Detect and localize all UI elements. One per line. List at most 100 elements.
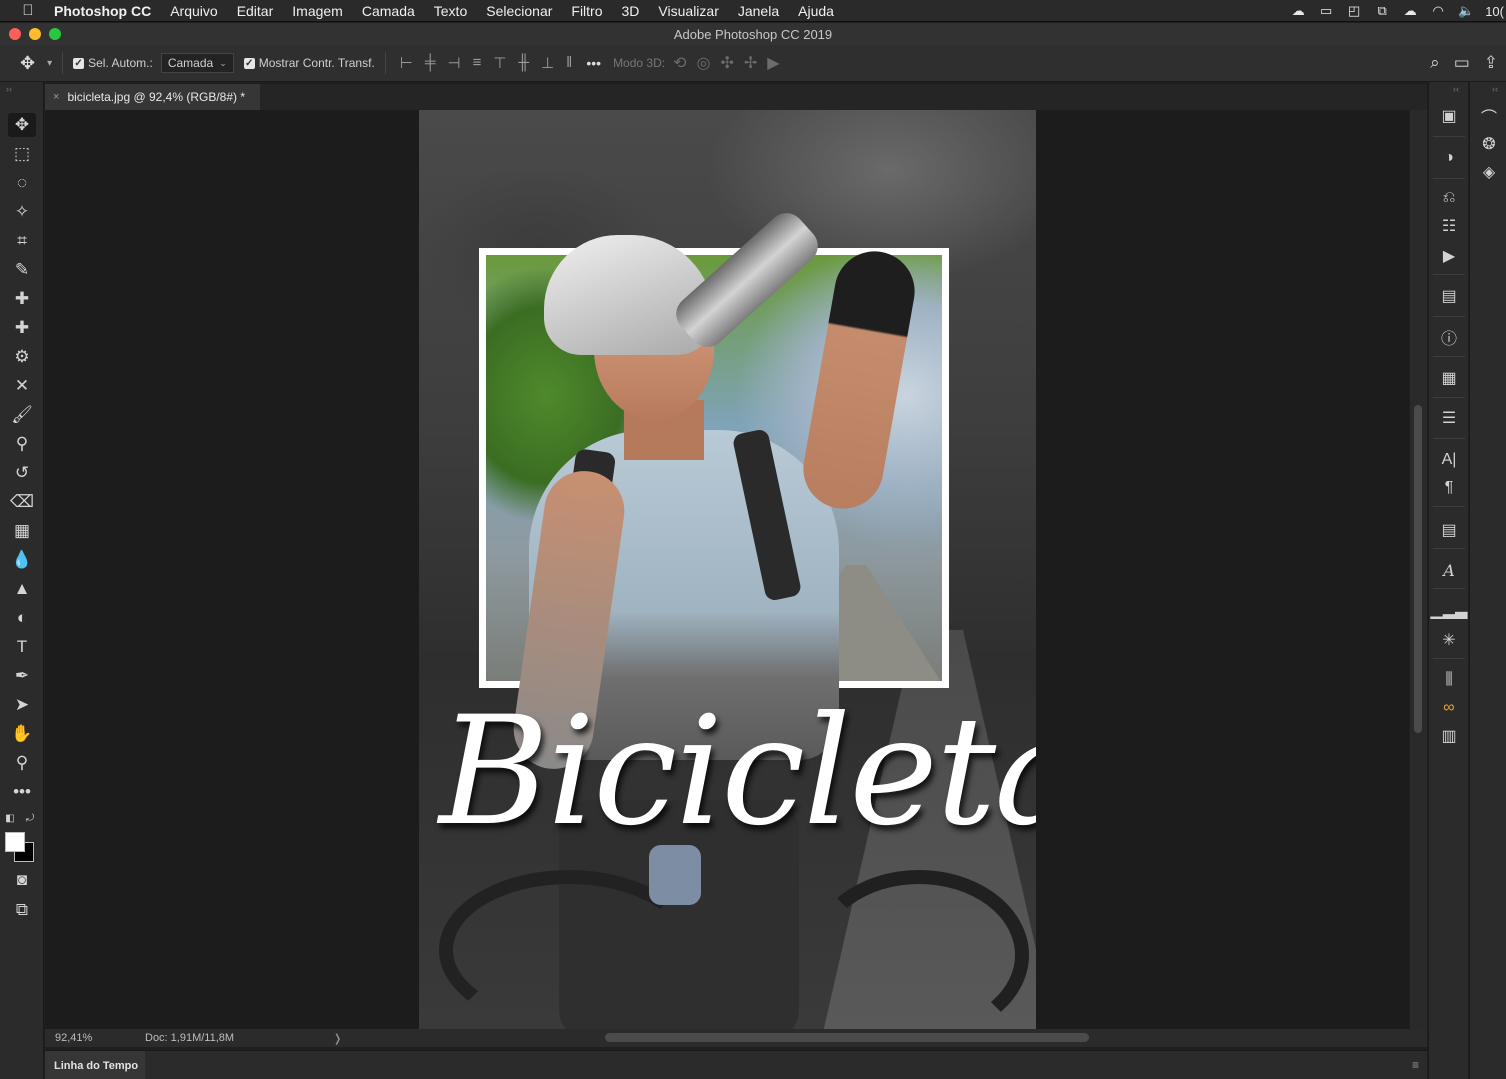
eraser-tool-icon[interactable]: ⌫ (8, 490, 36, 514)
scale-3d-icon[interactable]: ▶ (767, 53, 779, 73)
quick-mask-icon[interactable]: ◙ (8, 868, 36, 892)
spot-healing-tool-icon[interactable]: ✚ (8, 287, 36, 311)
history-brush-tool-icon[interactable]: ↺ (8, 461, 36, 485)
search-icon[interactable]: ⌕ (1430, 53, 1440, 73)
canvas-area[interactable]: Bicicleta (45, 110, 1409, 1029)
paragraph-icon[interactable]: ¶ (1433, 476, 1465, 500)
pen-tool-icon[interactable]: ✒ (8, 664, 36, 688)
battery-text[interactable]: 10( (1485, 4, 1504, 19)
menu-selecionar[interactable]: Selecionar (486, 3, 552, 19)
brush-tool-icon[interactable]: 🖌 (8, 403, 36, 427)
display-icon[interactable]: ◰ (1345, 3, 1363, 19)
timeline-tab[interactable]: Linha do Tempo (45, 1051, 145, 1079)
menu-app-name[interactable]: Photoshop CC (54, 3, 151, 19)
menu-texto[interactable]: Texto (434, 3, 467, 19)
notes-icon[interactable]: ▤ (1433, 284, 1465, 308)
distribute-icon[interactable]: ≡ (473, 54, 482, 72)
vertical-scrollbar[interactable] (1410, 110, 1427, 1029)
properties-icon[interactable]: ☷ (1433, 214, 1465, 238)
eyedropper-tool-icon[interactable]: ✎ (8, 258, 36, 282)
blur-tool-icon[interactable]: 💧 (8, 548, 36, 572)
lasso-tool-icon[interactable]: ◌ (8, 171, 36, 195)
orbit-3d-icon[interactable]: ⟲ (673, 53, 686, 73)
menu-janela[interactable]: Janela (738, 3, 779, 19)
character-icon[interactable]: A| (1433, 448, 1465, 472)
panel-collapse-icon[interactable]: ‹‹ (1453, 84, 1459, 94)
align-right-edges-icon[interactable]: ⊣ (448, 54, 461, 72)
panel-collapse-icon[interactable]: ›› (6, 84, 12, 94)
swatches-grid-icon[interactable]: ▦ (1433, 366, 1465, 390)
default-colors-icon[interactable]: ◧ (2, 806, 18, 830)
wifi-icon[interactable]: ◠ (1429, 3, 1447, 19)
channels-icon[interactable]: ❂ (1473, 132, 1505, 156)
dodge-tool-icon[interactable]: ◐ (8, 606, 36, 630)
minimize-window-button[interactable] (29, 28, 41, 40)
panel-menu-icon[interactable]: ≡ (1412, 1058, 1419, 1072)
sharpen-tool-icon[interactable]: ▲ (8, 577, 36, 601)
more-options-button[interactable]: ••• (586, 55, 601, 71)
adjustments-icon[interactable]: ◑ (1433, 146, 1465, 170)
path-selection-tool-icon[interactable]: ➤ (8, 693, 36, 717)
navigator-icon[interactable]: ✳ (1433, 628, 1465, 652)
distribute-vertical-icon[interactable]: ‖ (566, 54, 572, 72)
status-menu-arrow[interactable]: ❭ (333, 1032, 342, 1045)
document-tab[interactable]: × bicicleta.jpg @ 92,4% (RGB/8#) * (45, 84, 260, 110)
roll-3d-icon[interactable]: ◎ (697, 53, 711, 73)
align-top-edges-icon[interactable]: ⊤ (493, 54, 506, 72)
more-tools-icon[interactable]: ••• (8, 780, 36, 804)
screen-record-icon[interactable]: ▭ (1317, 3, 1335, 19)
patch-tool-icon[interactable]: ⚙ (8, 345, 36, 369)
menu-3d[interactable]: 3D (622, 3, 640, 19)
move-tool-icon[interactable]: ✥ (20, 53, 35, 74)
color-themes-icon[interactable]: ∞ (1433, 696, 1465, 720)
magic-wand-tool-icon[interactable]: ✧ (8, 200, 36, 224)
gradient-tool-icon[interactable]: ▦ (8, 519, 36, 543)
horizontal-scroll-thumb[interactable] (605, 1033, 1089, 1042)
menu-camada[interactable]: Camada (362, 3, 415, 19)
measurement-icon[interactable]: ⫼ (1433, 668, 1465, 692)
menu-visualizar[interactable]: Visualizar (658, 3, 718, 19)
menu-editar[interactable]: Editar (237, 3, 274, 19)
menu-filtro[interactable]: Filtro (571, 3, 602, 19)
tool-preset-chevron-down-icon[interactable]: ▾ (47, 58, 52, 69)
menu-arquivo[interactable]: Arquivo (170, 3, 217, 19)
close-tab-icon[interactable]: × (53, 91, 59, 103)
cloud-icon[interactable]: ☁ (1401, 3, 1419, 19)
layer-comps-icon[interactable]: ☰ (1433, 406, 1465, 430)
libraries-icon[interactable]: ▣ (1433, 104, 1465, 128)
clone-stamp-tool-icon[interactable]: ⚲ (8, 432, 36, 456)
volume-icon[interactable]: 🔈 (1457, 3, 1475, 19)
screen-mode-icon[interactable]: ⧉ (8, 898, 36, 922)
workspace-icon[interactable]: ▭ (1454, 53, 1470, 73)
panel-collapse-icon[interactable]: ‹‹ (1492, 84, 1498, 94)
auto-select-target-dropdown[interactable]: Camada ⌄ (160, 53, 234, 73)
crop-tool-icon[interactable]: ⌗ (8, 229, 36, 253)
close-window-button[interactable] (9, 28, 21, 40)
histogram-icon[interactable]: ▁▂▃ (1431, 598, 1468, 622)
apple-icon[interactable]:  (20, 2, 36, 19)
move-tool-icon[interactable]: ✥ (8, 113, 36, 137)
content-aware-move-tool-icon[interactable]: ✕ (8, 374, 36, 398)
actions-play-icon[interactable]: ▶ (1433, 244, 1465, 268)
paragraph-styles-icon[interactable]: ▤ (1433, 518, 1465, 542)
menu-ajuda[interactable]: Ajuda (798, 3, 834, 19)
menu-imagem[interactable]: Imagem (292, 3, 343, 19)
airplay-icon[interactable]: ⧉ (1373, 3, 1391, 19)
auto-select-checkbox[interactable]: ✓ Sel. Autom.: (73, 56, 153, 70)
info-icon[interactable]: ⓘ (1433, 325, 1465, 349)
drag-3d-icon[interactable]: ✣ (720, 53, 733, 73)
swap-colors-icon[interactable]: ⤾ (22, 806, 38, 830)
hand-tool-icon[interactable]: ✋ (8, 722, 36, 746)
foreground-color-swatch[interactable] (5, 832, 25, 852)
zoom-window-button[interactable] (49, 28, 61, 40)
history-icon[interactable]: ⎌ (1433, 186, 1465, 210)
zoom-tool-icon[interactable]: ⚲ (8, 751, 36, 775)
vertical-scroll-thumb[interactable] (1414, 405, 1422, 733)
timeline-panel-icon[interactable]: ▥ (1433, 724, 1465, 748)
show-transform-controls-checkbox[interactable]: ✓ Mostrar Contr. Transf. (243, 56, 375, 70)
zoom-level[interactable]: 92,41% (45, 1032, 105, 1044)
align-left-edges-icon[interactable]: ⊢ (400, 54, 413, 72)
creative-cloud-sync-icon[interactable]: ☁ (1289, 3, 1307, 19)
layers-icon[interactable]: ◈ (1473, 160, 1505, 184)
align-bottom-edges-icon[interactable]: ⊥ (541, 54, 554, 72)
